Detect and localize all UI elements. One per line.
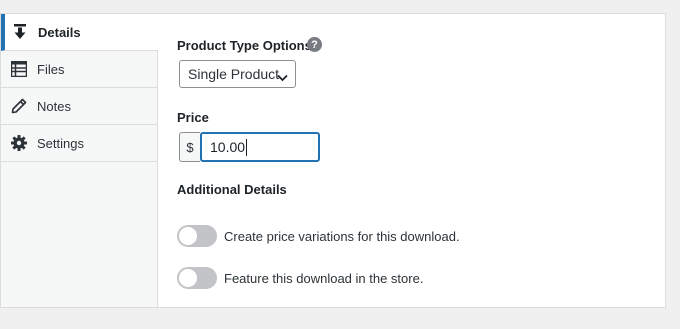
gear-icon: [10, 134, 28, 152]
tab-settings[interactable]: Settings: [1, 125, 157, 162]
price-label: Price: [177, 110, 209, 125]
tab-sidebar: Details Files Notes Settings: [1, 14, 158, 307]
tab-label: Files: [37, 61, 65, 77]
download-details-panel: Details Files Notes Settings Product Typ…: [0, 13, 666, 308]
tab-label: Settings: [37, 135, 84, 151]
details-content: Product Type Options: ? Single Product P…: [177, 14, 637, 307]
download-icon: [11, 23, 29, 41]
chevron-down-icon: [277, 69, 288, 85]
pencil-icon: [10, 97, 28, 115]
tab-label: Details: [38, 24, 81, 40]
product-type-label: Product Type Options:: [177, 38, 317, 53]
toggle-knob: [179, 227, 197, 245]
additional-details-heading: Additional Details: [177, 182, 287, 197]
tab-details[interactable]: Details: [1, 14, 158, 51]
price-value: 10.00: [210, 139, 246, 155]
feature-download-toggle-row: Feature this download in the store.: [177, 267, 423, 289]
feature-download-toggle[interactable]: [177, 267, 217, 289]
tab-label: Notes: [37, 98, 71, 114]
price-variations-toggle-row: Create price variations for this downloa…: [177, 225, 460, 247]
price-field-group: $ 10.00: [179, 132, 320, 162]
list-icon: [10, 60, 28, 78]
currency-symbol: $: [179, 132, 200, 162]
price-variations-toggle[interactable]: [177, 225, 217, 247]
feature-download-label: Feature this download in the store.: [224, 270, 424, 286]
product-type-value: Single Product: [188, 66, 280, 82]
price-variations-label: Create price variations for this downloa…: [224, 228, 460, 244]
tab-notes[interactable]: Notes: [1, 88, 157, 125]
tab-files[interactable]: Files: [1, 51, 157, 88]
product-type-select[interactable]: Single Product: [179, 60, 296, 88]
help-icon[interactable]: ?: [307, 37, 322, 52]
text-cursor: [246, 138, 248, 156]
toggle-knob: [179, 269, 197, 287]
price-input[interactable]: 10.00: [200, 132, 320, 162]
